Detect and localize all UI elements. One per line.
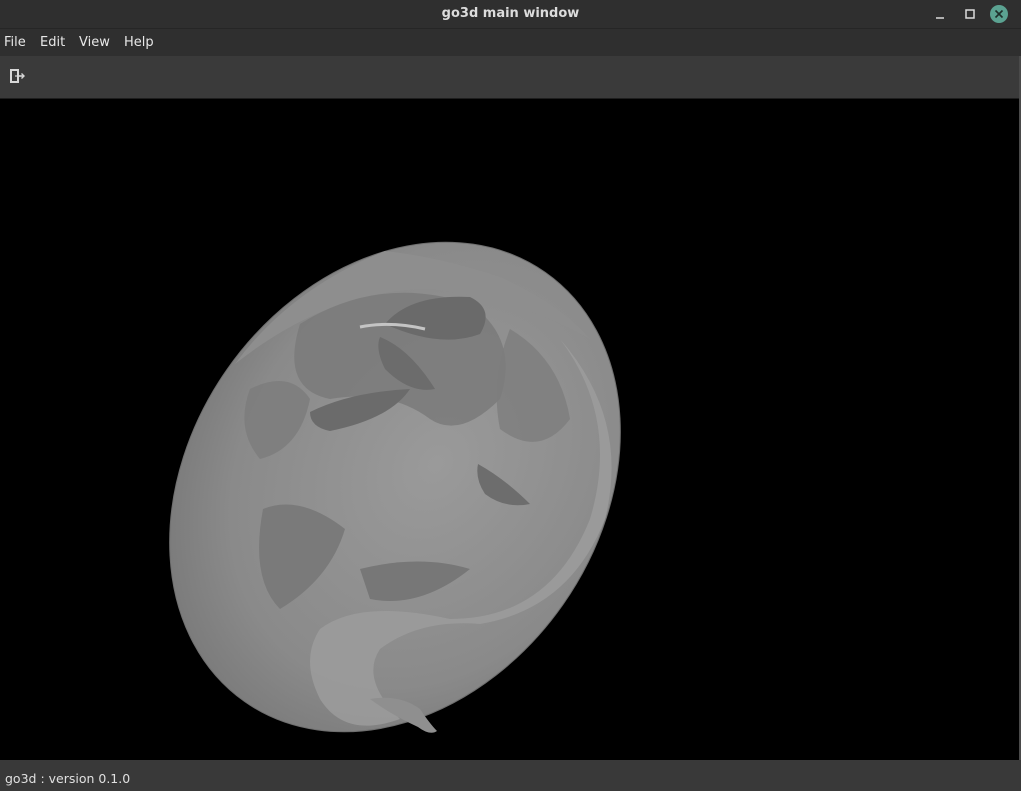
close-icon — [990, 5, 1008, 23]
toolbar — [0, 56, 1019, 99]
menu-view[interactable]: View — [79, 35, 110, 50]
maximize-icon — [965, 9, 975, 19]
menu-file[interactable]: File — [4, 35, 26, 50]
3d-viewport[interactable] — [0, 99, 1019, 760]
maximize-button[interactable] — [961, 5, 979, 23]
exit-button[interactable] — [6, 65, 28, 87]
menu-bar: File Edit View Help — [0, 29, 1021, 56]
close-button[interactable] — [990, 5, 1008, 23]
3d-model — [169, 241, 621, 733]
status-text: go3d : version 0.1.0 — [5, 771, 131, 786]
status-bar: go3d : version 0.1.0 — [0, 760, 1021, 791]
exit-door-icon — [10, 69, 25, 83]
title-bar: go3d main window — [0, 0, 1021, 29]
minimize-button[interactable] — [931, 5, 949, 23]
menu-help[interactable]: Help — [124, 35, 154, 50]
minimize-icon — [936, 17, 944, 19]
menu-edit[interactable]: Edit — [40, 35, 65, 50]
window-title: go3d main window — [441, 6, 580, 21]
